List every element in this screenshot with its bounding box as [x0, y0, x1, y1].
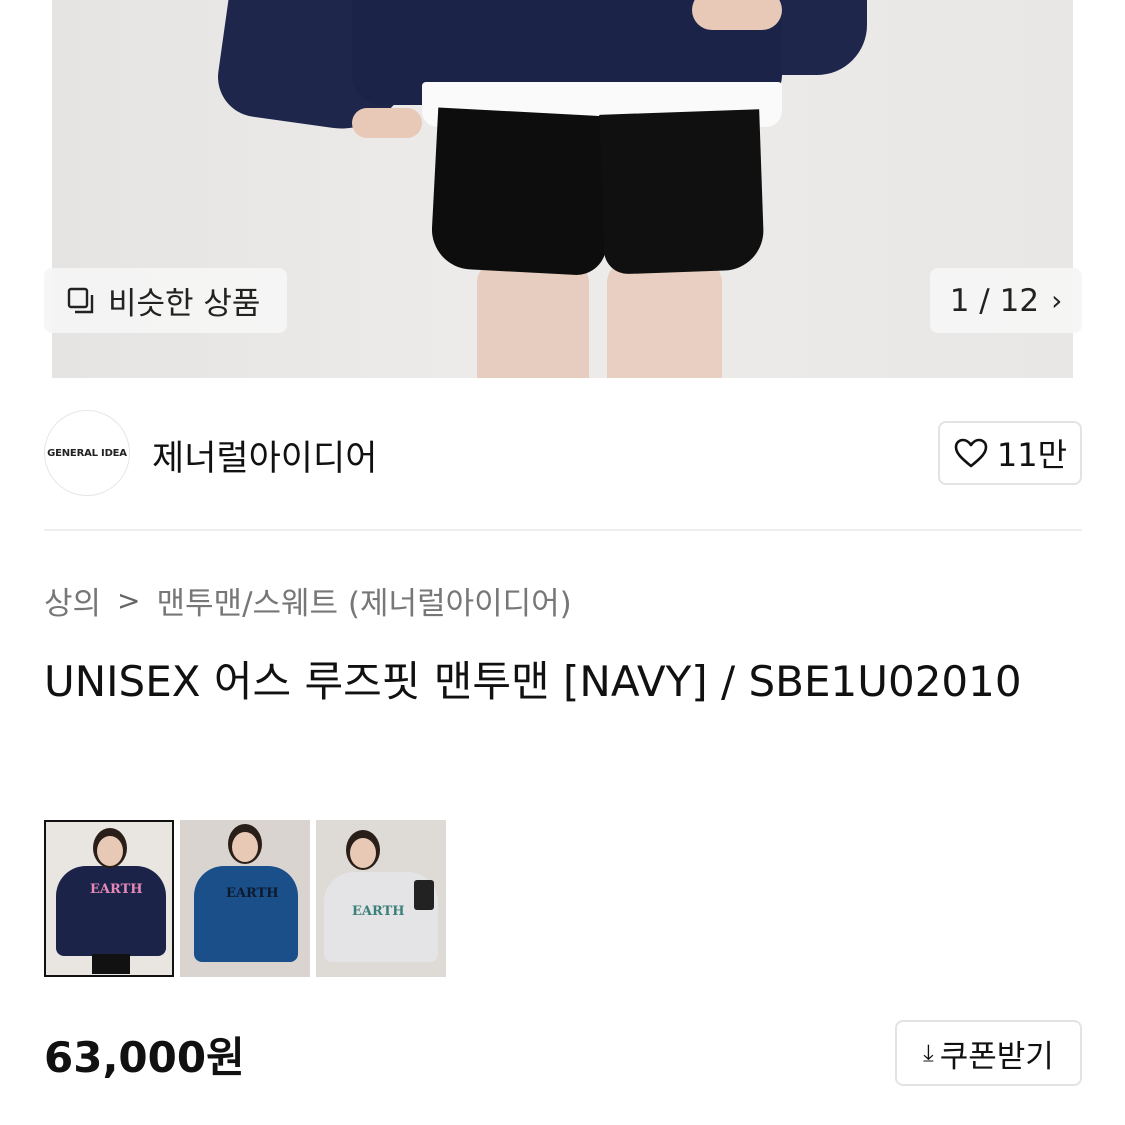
- image-counter: 1 / 12: [949, 282, 1040, 319]
- thumbnail-phone: [414, 880, 434, 910]
- thumbnail-sweatshirt: [56, 866, 166, 956]
- chevron-right-icon: ›: [1051, 284, 1063, 317]
- brand-name[interactable]: 제너럴아이디어: [152, 430, 377, 481]
- thumbnail-1[interactable]: EARTH: [44, 820, 174, 977]
- similar-items-label: 비슷한 상품: [108, 286, 261, 322]
- thumbnail-shorts: [92, 954, 130, 974]
- image-leg: [477, 262, 589, 378]
- product-hero: 비슷한 상품 1 / 12 ›: [0, 0, 1125, 378]
- divider: [44, 529, 1082, 531]
- image-hand: [352, 108, 422, 138]
- breadcrumb-item-subcategory[interactable]: 맨투맨/스웨트 (제너럴아이디어): [157, 578, 572, 623]
- brand-logo[interactable]: GENERAL IDEA: [44, 410, 130, 496]
- thumbnail-list: EARTH EARTH EARTH: [44, 820, 452, 977]
- similar-items-icon: [67, 287, 94, 313]
- product-price: 63,000원: [44, 1033, 245, 1082]
- thumbnail-3[interactable]: EARTH: [316, 820, 446, 977]
- similar-items-button[interactable]: 비슷한 상품: [44, 268, 287, 333]
- heart-icon: [954, 438, 988, 468]
- coupon-button[interactable]: ⤓ 쿠폰받기: [895, 1020, 1082, 1086]
- like-count: 11만: [996, 436, 1068, 474]
- thumbnail-face: [97, 836, 123, 866]
- image-counter-button[interactable]: 1 / 12 ›: [930, 268, 1082, 333]
- image-shorts: [599, 109, 765, 275]
- chevron-right-icon: >: [117, 584, 141, 617]
- product-title: UNISEX 어스 루즈핏 맨투맨 [NAVY] / SBE1U02010: [44, 657, 1022, 706]
- thumbnail-face: [232, 832, 258, 862]
- thumbnail-print: EARTH: [90, 882, 143, 897]
- image-shorts: [429, 107, 614, 277]
- image-leg: [607, 262, 722, 378]
- brand-logo-text: GENERAL IDEA: [47, 447, 127, 459]
- coupon-label: 쿠폰받기: [939, 1038, 1054, 1075]
- thumbnail-face: [350, 838, 376, 868]
- thumbnail-print: EARTH: [352, 904, 405, 919]
- image-hand: [692, 0, 782, 30]
- like-button[interactable]: 11만: [938, 421, 1082, 485]
- thumbnail-sweatshirt: [194, 866, 298, 962]
- brand-row: GENERAL IDEA 제너럴아이디어 11만: [44, 410, 1082, 496]
- thumbnail-2[interactable]: EARTH: [180, 820, 310, 977]
- breadcrumb-item-category[interactable]: 상의: [44, 578, 101, 623]
- breadcrumb: 상의 > 맨투맨/스웨트 (제너럴아이디어): [44, 578, 572, 623]
- thumbnail-print: EARTH: [226, 886, 279, 901]
- download-icon: ⤓: [923, 1039, 934, 1067]
